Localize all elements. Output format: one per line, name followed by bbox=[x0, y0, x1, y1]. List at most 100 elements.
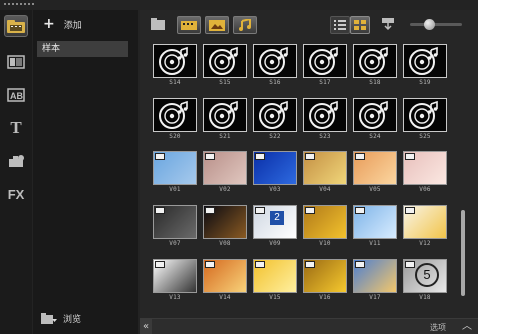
video-clip-thumbnail[interactable] bbox=[153, 151, 197, 185]
add-folder-button[interactable]: + 添加 bbox=[43, 15, 82, 33]
audio-clip-thumbnail[interactable] bbox=[153, 98, 197, 132]
audio-clip-thumbnail[interactable] bbox=[153, 44, 197, 78]
media-type-toolbar: AB T FX bbox=[0, 10, 32, 334]
transition-icon[interactable] bbox=[4, 51, 28, 73]
audio-clip-thumbnail[interactable] bbox=[253, 98, 297, 132]
drag-grip[interactable] bbox=[4, 3, 44, 9]
video-clip-thumbnail[interactable] bbox=[203, 205, 247, 239]
video-badge-icon bbox=[155, 207, 165, 214]
cd-music-icon bbox=[159, 100, 188, 129]
video-clip-thumbnail[interactable] bbox=[153, 259, 197, 293]
media-label: S23 bbox=[319, 133, 331, 140]
media-library-window: AB T FX + 添加 样本 浏览 S14 S15 S16 S17 S18 S… bbox=[0, 0, 478, 334]
cd-music-icon bbox=[209, 100, 238, 129]
video-clip-thumbnail[interactable] bbox=[203, 151, 247, 185]
media-label: V12 bbox=[419, 240, 431, 247]
video-clip-thumbnail[interactable] bbox=[403, 151, 447, 185]
audio-clip-thumbnail[interactable] bbox=[403, 44, 447, 78]
media-label: V13 bbox=[169, 294, 181, 301]
media-label: V08 bbox=[219, 240, 231, 247]
video-clip-thumbnail[interactable] bbox=[303, 205, 347, 239]
video-badge-icon bbox=[205, 153, 215, 160]
cd-music-icon bbox=[309, 100, 338, 129]
media-label: V03 bbox=[269, 186, 281, 193]
media-label: V10 bbox=[319, 240, 331, 247]
video-clip-thumbnail[interactable] bbox=[203, 259, 247, 293]
text-icon[interactable]: T bbox=[4, 117, 28, 139]
vertical-scrollbar[interactable] bbox=[461, 210, 465, 296]
media-label: V17 bbox=[369, 294, 381, 301]
media-folder-icon[interactable] bbox=[4, 15, 28, 37]
graphics-icon[interactable] bbox=[4, 150, 28, 172]
video-badge-icon bbox=[205, 261, 215, 268]
cd-music-icon bbox=[259, 46, 288, 75]
add-label: 添加 bbox=[63, 20, 82, 31]
browse-icon bbox=[41, 312, 57, 324]
fx-filter-icon[interactable]: FX bbox=[4, 183, 28, 205]
audio-clip-thumbnail[interactable] bbox=[303, 44, 347, 78]
media-label: V16 bbox=[319, 294, 331, 301]
video-badge-icon bbox=[355, 261, 365, 268]
audio-clip-thumbnail[interactable] bbox=[303, 98, 347, 132]
media-label: V09 bbox=[269, 240, 281, 247]
media-label: V11 bbox=[369, 240, 381, 247]
video-clip-thumbnail[interactable] bbox=[403, 205, 447, 239]
audio-clip-thumbnail[interactable] bbox=[253, 44, 297, 78]
media-label: S14 bbox=[169, 79, 181, 86]
svg-text:AB: AB bbox=[10, 91, 23, 101]
thumbnail-number: 2 bbox=[270, 211, 284, 225]
cd-music-icon bbox=[159, 46, 188, 75]
cd-music-icon bbox=[359, 100, 388, 129]
cd-music-icon bbox=[309, 46, 338, 75]
video-clip-thumbnail[interactable] bbox=[153, 205, 197, 239]
collapse-panel-button[interactable]: « bbox=[140, 319, 152, 334]
media-label: S20 bbox=[169, 133, 181, 140]
media-label: V15 bbox=[269, 294, 281, 301]
media-label: V02 bbox=[219, 186, 231, 193]
media-label: S19 bbox=[419, 79, 431, 86]
media-label: V18 bbox=[419, 294, 431, 301]
media-label: V07 bbox=[169, 240, 181, 247]
video-clip-thumbnail[interactable] bbox=[303, 151, 347, 185]
cd-music-icon bbox=[259, 100, 288, 129]
video-badge-icon bbox=[405, 153, 415, 160]
countdown-number: 5 bbox=[415, 263, 439, 287]
video-badge-icon bbox=[155, 261, 165, 268]
media-label: S16 bbox=[269, 79, 281, 86]
library-folder-list: 样本 bbox=[37, 41, 128, 57]
cd-music-icon bbox=[409, 46, 438, 75]
library-item-sample[interactable]: 样本 bbox=[37, 41, 128, 57]
video-badge-icon bbox=[305, 153, 315, 160]
video-badge-icon bbox=[205, 207, 215, 214]
media-label: V01 bbox=[169, 186, 181, 193]
video-clip-thumbnail[interactable] bbox=[253, 259, 297, 293]
browse-button[interactable]: 浏览 bbox=[41, 312, 81, 325]
media-label: S15 bbox=[219, 79, 231, 86]
media-label: S21 bbox=[219, 133, 231, 140]
plus-icon: + bbox=[43, 16, 55, 32]
video-badge-icon bbox=[305, 207, 315, 214]
title-overlay-icon[interactable]: AB bbox=[4, 84, 28, 106]
video-clip-thumbnail[interactable]: 2 bbox=[253, 205, 297, 239]
video-clip-thumbnail[interactable]: 5 bbox=[403, 259, 447, 293]
video-clip-thumbnail[interactable] bbox=[353, 151, 397, 185]
audio-clip-thumbnail[interactable] bbox=[203, 44, 247, 78]
audio-clip-thumbnail[interactable] bbox=[203, 98, 247, 132]
media-label: S24 bbox=[369, 133, 381, 140]
video-clip-thumbnail[interactable] bbox=[253, 151, 297, 185]
video-clip-thumbnail[interactable] bbox=[303, 259, 347, 293]
library-panel: + 添加 样本 浏览 bbox=[33, 10, 138, 334]
cd-music-icon bbox=[409, 100, 438, 129]
media-content-area: S14 S15 S16 S17 S18 S19 S20 S21 S22 S23 S24 S25 V01 V… bbox=[140, 10, 478, 334]
video-clip-thumbnail[interactable] bbox=[353, 259, 397, 293]
video-badge-icon bbox=[155, 153, 165, 160]
audio-clip-thumbnail[interactable] bbox=[403, 98, 447, 132]
media-label: V05 bbox=[369, 186, 381, 193]
audio-clip-thumbnail[interactable] bbox=[353, 98, 397, 132]
video-badge-icon bbox=[405, 207, 415, 214]
options-toggle-icon[interactable]: ︿ bbox=[462, 319, 472, 334]
video-clip-thumbnail[interactable] bbox=[353, 205, 397, 239]
options-label[interactable]: 选项 bbox=[430, 322, 446, 333]
media-label: V14 bbox=[219, 294, 231, 301]
audio-clip-thumbnail[interactable] bbox=[353, 44, 397, 78]
